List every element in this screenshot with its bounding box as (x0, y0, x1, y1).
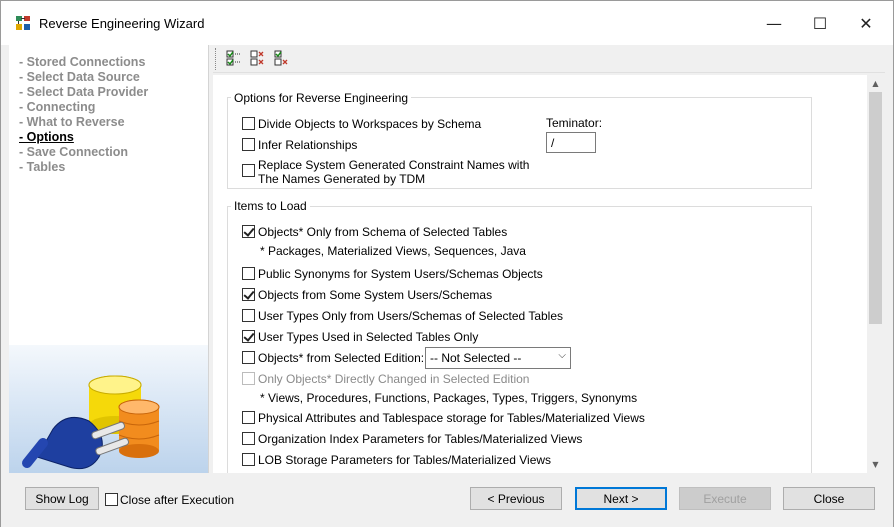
maximize-button[interactable]: ☐ (797, 1, 843, 45)
chevron-down-icon: ⌵ (558, 350, 566, 361)
divide-objects-label: Divide Objects to Workspaces by Schema (258, 117, 482, 131)
objects-only-schema-checkbox[interactable] (242, 225, 255, 238)
step-tables: - Tables (19, 160, 66, 174)
public-synonyms-checkbox[interactable] (242, 267, 255, 280)
user-types-only-label: User Types Only from Users/Schemas of Se… (258, 309, 564, 323)
close-button[interactable]: Close (783, 487, 875, 510)
user-types-used-checkbox[interactable] (242, 330, 255, 343)
replace-names-label-line2: The Names Generated by TDM (258, 172, 426, 186)
edition-select-value: -- Not Selected -- (430, 351, 522, 365)
invert-selection-icon[interactable] (273, 49, 291, 67)
only-changed-label: Only Objects* Directly Changed in Select… (258, 372, 530, 386)
scroll-down-icon[interactable]: ▼ (867, 456, 884, 473)
title-bar: Reverse Engineering Wizard — ☐ ✕ (1, 1, 893, 45)
objects-note: * Packages, Materialized Views, Sequence… (260, 244, 526, 258)
terminator-label: Teminator: (546, 116, 603, 130)
infer-relationships-label: Infer Relationships (258, 138, 358, 152)
edition-select[interactable]: -- Not Selected -- ⌵ (425, 347, 571, 369)
check-all-icon[interactable] (225, 49, 243, 67)
footer-bar: Show Log Close after Execution < Previou… (1, 477, 893, 527)
physical-attrs-label: Physical Attributes and Tablespace stora… (258, 411, 645, 425)
previous-button[interactable]: < Previous (470, 487, 562, 510)
divide-objects-checkbox[interactable] (242, 117, 255, 130)
infer-relationships-checkbox[interactable] (242, 138, 255, 151)
objects-edition-checkbox[interactable] (242, 351, 255, 364)
step-stored-connections: - Stored Connections (19, 55, 146, 69)
show-log-button[interactable]: Show Log (25, 487, 99, 510)
wizard-steps-panel: - Stored Connections - Select Data Sourc… (9, 45, 209, 473)
close-after-execution-checkbox[interactable] (105, 493, 118, 506)
public-synonyms-label: Public Synonyms for System Users/Schemas… (258, 267, 543, 281)
execute-button[interactable]: Execute (679, 487, 771, 510)
terminator-input[interactable]: / (546, 132, 596, 153)
step-what-to-reverse: - What to Reverse (19, 115, 125, 129)
step-connecting: - Connecting (19, 100, 96, 114)
options-toolbar (213, 45, 885, 73)
user-types-used-label: User Types Used in Selected Tables Only (258, 330, 479, 344)
options-content: Options for Reverse Engineering Divide O… (213, 75, 867, 473)
replace-names-label-line1: Replace System Generated Constraint Name… (258, 158, 530, 172)
objects-system-checkbox[interactable] (242, 288, 255, 301)
window-title: Reverse Engineering Wizard (39, 16, 205, 31)
options-group-title: Options for Reverse Engineering (231, 91, 412, 105)
close-after-execution-label: Close after Execution (120, 493, 235, 507)
scrollbar-thumb[interactable] (869, 92, 882, 324)
views-note: * Views, Procedures, Functions, Packages… (260, 391, 638, 405)
user-types-only-checkbox[interactable] (242, 309, 255, 322)
database-plug-icon (22, 375, 160, 470)
lob-storage-checkbox[interactable] (242, 453, 255, 466)
steps-list: - Stored Connections - Select Data Sourc… (19, 55, 148, 175)
lob-storage-label: LOB Storage Parameters for Tables/Materi… (258, 453, 552, 467)
step-select-data-provider: - Select Data Provider (19, 85, 149, 99)
minimize-button[interactable]: — (751, 1, 797, 45)
uncheck-all-icon[interactable] (249, 49, 267, 67)
replace-names-checkbox[interactable] (242, 164, 255, 177)
objects-system-label: Objects from Some System Users/Schemas (258, 288, 493, 302)
step-save-connection: - Save Connection (19, 145, 129, 159)
org-index-checkbox[interactable] (242, 432, 255, 445)
step-options: - Options (19, 130, 74, 144)
wizard-illustration (9, 345, 208, 473)
wizard-window: Reverse Engineering Wizard — ☐ ✕ - Store… (0, 0, 894, 527)
close-window-button[interactable]: ✕ (843, 1, 889, 45)
scroll-up-icon[interactable]: ▲ (867, 75, 884, 92)
only-changed-checkbox[interactable] (242, 372, 255, 385)
next-button[interactable]: Next > (575, 487, 667, 510)
wizard-app-icon (16, 16, 30, 30)
objects-edition-label: Objects* from Selected Edition: (258, 351, 425, 365)
physical-attrs-checkbox[interactable] (242, 411, 255, 424)
step-select-data-source: - Select Data Source (19, 70, 140, 84)
toolbar-grip (215, 48, 217, 70)
objects-only-schema-label: Objects* Only from Schema of Selected Ta… (258, 225, 508, 239)
org-index-label: Organization Index Parameters for Tables… (258, 432, 583, 446)
items-group-title: Items to Load (231, 199, 310, 213)
vertical-scrollbar[interactable]: ▲ ▼ (867, 75, 884, 473)
